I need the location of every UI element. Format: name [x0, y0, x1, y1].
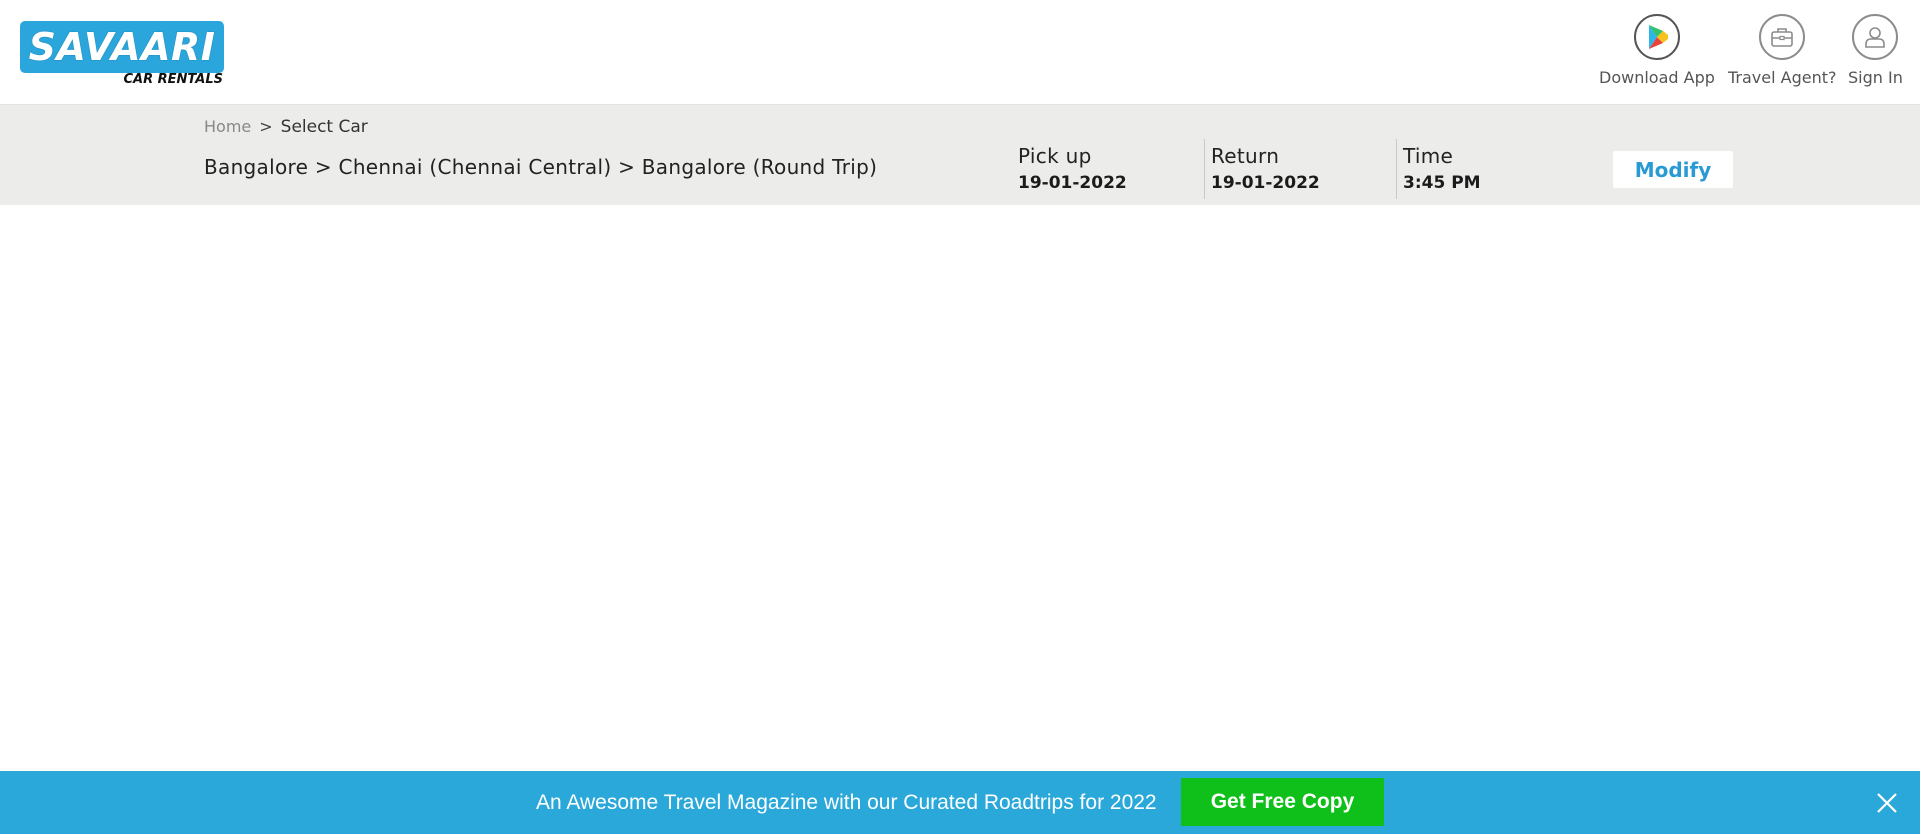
- travel-agent-label: Travel Agent?: [1728, 68, 1837, 87]
- pickup-value: 19-01-2022: [1018, 173, 1127, 193]
- download-app-label: Download App: [1599, 68, 1715, 87]
- return-value: 19-01-2022: [1211, 173, 1320, 193]
- get-free-copy-button[interactable]: Get Free Copy: [1181, 778, 1384, 826]
- breadcrumb-separator: >: [259, 117, 273, 136]
- sign-in-label: Sign In: [1848, 68, 1903, 87]
- time-label: Time: [1403, 144, 1454, 168]
- pickup-label: Pick up: [1018, 144, 1092, 168]
- return-date-field: Return 19-01-2022: [1204, 139, 1320, 199]
- breadcrumb-home-link[interactable]: Home: [204, 117, 251, 136]
- sign-in-link[interactable]: Sign In: [1848, 14, 1903, 87]
- download-app-link[interactable]: Download App: [1599, 14, 1715, 87]
- logo-badge: SAVAARI: [20, 21, 224, 73]
- pickup-date-field: Pick up 19-01-2022: [1018, 143, 1127, 199]
- breadcrumb: Home > Select Car: [204, 117, 368, 137]
- time-value: 3:45 PM: [1403, 173, 1481, 193]
- savaari-logo[interactable]: SAVAARI CAR RENTALS: [20, 21, 225, 89]
- briefcase-icon: [1759, 14, 1806, 60]
- trip-route: Bangalore > Chennai (Chennai Central) > …: [204, 155, 878, 179]
- pickup-time-field: Time 3:45 PM: [1396, 139, 1481, 199]
- travel-agent-link[interactable]: Travel Agent?: [1728, 14, 1837, 87]
- breadcrumb-current: Select Car: [280, 117, 368, 137]
- promo-text: An Awesome Travel Magazine with our Cura…: [536, 791, 1157, 814]
- play-store-icon: [1633, 14, 1680, 60]
- return-label: Return: [1211, 144, 1280, 168]
- trip-summary-bar: Home > Select Car Bangalore > Chennai (C…: [0, 105, 1920, 205]
- modify-button[interactable]: Modify: [1613, 151, 1733, 188]
- promo-banner: An Awesome Travel Magazine with our Cura…: [0, 771, 1920, 834]
- top-header: SAVAARI CAR RENTALS Download App Travel …: [0, 0, 1920, 105]
- user-icon: [1852, 14, 1899, 60]
- page: SAVAARI CAR RENTALS Download App Travel …: [0, 0, 1920, 834]
- logo-wordmark: SAVAARI: [28, 25, 216, 69]
- logo-tagline: CAR RENTALS: [123, 72, 223, 87]
- close-icon[interactable]: [1874, 790, 1900, 816]
